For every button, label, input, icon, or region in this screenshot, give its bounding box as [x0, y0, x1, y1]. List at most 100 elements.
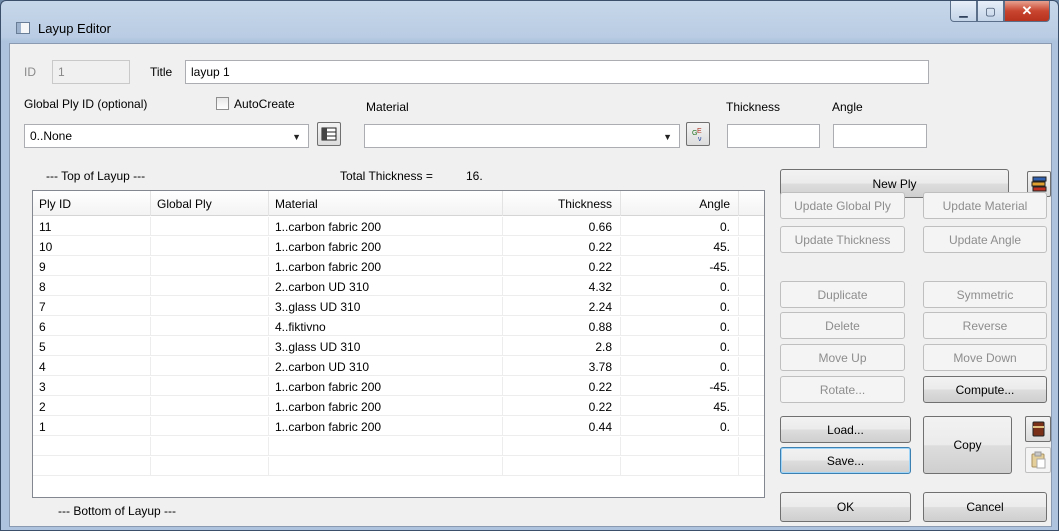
- table-row[interactable]: 9 1..carbon fabric 200 0.22 -45.: [33, 257, 764, 276]
- update-global-ply-button[interactable]: Update Global Ply: [780, 192, 905, 219]
- thickness-input[interactable]: [727, 124, 820, 148]
- angle-input[interactable]: [833, 124, 927, 148]
- minimize-button[interactable]: ▁: [950, 1, 977, 22]
- cell-global-ply: [151, 337, 269, 356]
- cell-material: 1..carbon fabric 200: [269, 417, 503, 436]
- cell-global-ply: [151, 377, 269, 396]
- table-row[interactable]: 4 2..carbon UD 310 3.78 0.: [33, 357, 764, 376]
- table-row[interactable]: 10 1..carbon fabric 200 0.22 45.: [33, 237, 764, 256]
- total-thickness-label: Total Thickness =: [340, 169, 433, 183]
- chevron-down-icon: ▼: [663, 132, 672, 142]
- duplicate-button[interactable]: Duplicate: [780, 281, 905, 308]
- cell-thickness: 0.22: [503, 397, 621, 416]
- cell-thickness: 0.66: [503, 217, 621, 236]
- column-header-global-ply[interactable]: Global Ply: [151, 191, 269, 216]
- cell-global-ply: [151, 277, 269, 296]
- book-stack-icon: [1032, 421, 1045, 437]
- cell-thickness: [503, 437, 621, 456]
- cell-global-ply: [151, 317, 269, 336]
- cell-ply-id: 6: [33, 317, 151, 336]
- cell-material: 1..carbon fabric 200: [269, 237, 503, 256]
- window-icon: [16, 22, 30, 34]
- id-field: 1: [52, 60, 130, 84]
- table-row[interactable]: 6 4..fiktivno 0.88 0.: [33, 317, 764, 336]
- title-input[interactable]: layup 1: [185, 60, 929, 84]
- symmetric-button[interactable]: Symmetric: [923, 281, 1047, 308]
- cell-thickness: 4.32: [503, 277, 621, 296]
- load-button[interactable]: Load...: [780, 416, 911, 443]
- chevron-down-icon: ▼: [292, 132, 301, 142]
- move-down-button[interactable]: Move Down: [923, 344, 1047, 371]
- cell-ply-id: 4: [33, 357, 151, 376]
- cell-angle: 0.: [621, 317, 739, 336]
- cell-ply-id: 1: [33, 417, 151, 436]
- compute-button[interactable]: Compute...: [923, 376, 1047, 403]
- reverse-button[interactable]: Reverse: [923, 312, 1047, 339]
- title-label: Title: [150, 65, 173, 79]
- cell-thickness: 0.44: [503, 417, 621, 436]
- rotate-button[interactable]: Rotate...: [780, 376, 905, 403]
- cell-ply-id: 2: [33, 397, 151, 416]
- cell-angle: 0.: [621, 297, 739, 316]
- ply-table[interactable]: Ply ID Global Ply Material Thickness Ang…: [32, 190, 765, 498]
- copy-button[interactable]: Copy: [923, 416, 1012, 474]
- table-row[interactable]: 5 3..glass UD 310 2.8 0.: [33, 337, 764, 356]
- column-header-thickness[interactable]: Thickness: [503, 191, 621, 216]
- autocreate-label: AutoCreate: [234, 97, 295, 111]
- material-editor-button[interactable]: G E ν: [686, 122, 710, 146]
- table-row[interactable]: 1 1..carbon fabric 200 0.44 0.: [33, 417, 764, 436]
- maximize-icon: ▢: [985, 5, 996, 18]
- copy-to-library-button[interactable]: [1025, 416, 1051, 442]
- cell-material: 1..carbon fabric 200: [269, 397, 503, 416]
- table-row[interactable]: 7 3..glass UD 310 2.24 0.: [33, 297, 764, 316]
- cell-angle: 0.: [621, 417, 739, 436]
- update-angle-button[interactable]: Update Angle: [923, 226, 1047, 253]
- update-material-button[interactable]: Update Material: [923, 192, 1047, 219]
- column-header-angle[interactable]: Angle: [621, 191, 739, 216]
- cell-ply-id: [33, 437, 151, 456]
- cell-material: 1..carbon fabric 200: [269, 217, 503, 236]
- material-label: Material: [366, 100, 409, 114]
- cell-thickness: 2.8: [503, 337, 621, 356]
- update-thickness-button[interactable]: Update Thickness: [780, 226, 905, 253]
- cell-ply-id: [33, 457, 151, 476]
- global-ply-select[interactable]: 0..None ▼: [24, 124, 309, 148]
- cancel-button[interactable]: Cancel: [923, 492, 1047, 522]
- cell-thickness: 0.22: [503, 257, 621, 276]
- ok-button[interactable]: OK: [780, 492, 911, 522]
- table-row[interactable]: 3 1..carbon fabric 200 0.22 -45.: [33, 377, 764, 396]
- global-ply-table-button[interactable]: [317, 122, 341, 146]
- cell-thickness: 2.24: [503, 297, 621, 316]
- cell-ply-id: 3: [33, 377, 151, 396]
- table-row[interactable]: 8 2..carbon UD 310 4.32 0.: [33, 277, 764, 296]
- column-header-ply-id[interactable]: Ply ID: [33, 191, 151, 216]
- material-select[interactable]: ▼: [364, 124, 680, 148]
- bottom-of-layup-label: --- Bottom of Layup ---: [58, 504, 177, 518]
- autocreate-checkbox[interactable]: [216, 97, 229, 110]
- cell-angle: [621, 437, 739, 456]
- column-header-material[interactable]: Material: [269, 191, 503, 216]
- cell-material: 3..glass UD 310: [269, 337, 503, 356]
- cell-ply-id: 7: [33, 297, 151, 316]
- table-row[interactable]: 11 1..carbon fabric 200 0.66 0.: [33, 217, 764, 236]
- cell-global-ply: [151, 297, 269, 316]
- cell-thickness: 0.22: [503, 377, 621, 396]
- ply-stack-icon: [1031, 176, 1047, 192]
- title-bar[interactable]: Layup Editor ▁ ▢ ✕: [1, 1, 1058, 43]
- move-up-button[interactable]: Move Up: [780, 344, 905, 371]
- paste-button[interactable]: [1025, 447, 1051, 473]
- cell-thickness: 0.88: [503, 317, 621, 336]
- delete-button[interactable]: Delete: [780, 312, 905, 339]
- table-row[interactable]: 2 1..carbon fabric 200 0.22 45.: [33, 397, 764, 416]
- cell-angle: 45.: [621, 237, 739, 256]
- cell-material: 4..fiktivno: [269, 317, 503, 336]
- cell-global-ply: [151, 417, 269, 436]
- empty-table-row: [33, 437, 764, 456]
- close-button[interactable]: ✕: [1004, 1, 1050, 22]
- cell-material: 1..carbon fabric 200: [269, 377, 503, 396]
- maximize-button[interactable]: ▢: [977, 1, 1004, 22]
- top-of-layup-label: --- Top of Layup ---: [46, 169, 146, 183]
- cell-material: 2..carbon UD 310: [269, 277, 503, 296]
- table-header: Ply ID Global Ply Material Thickness Ang…: [33, 191, 764, 216]
- save-button[interactable]: Save...: [780, 447, 911, 474]
